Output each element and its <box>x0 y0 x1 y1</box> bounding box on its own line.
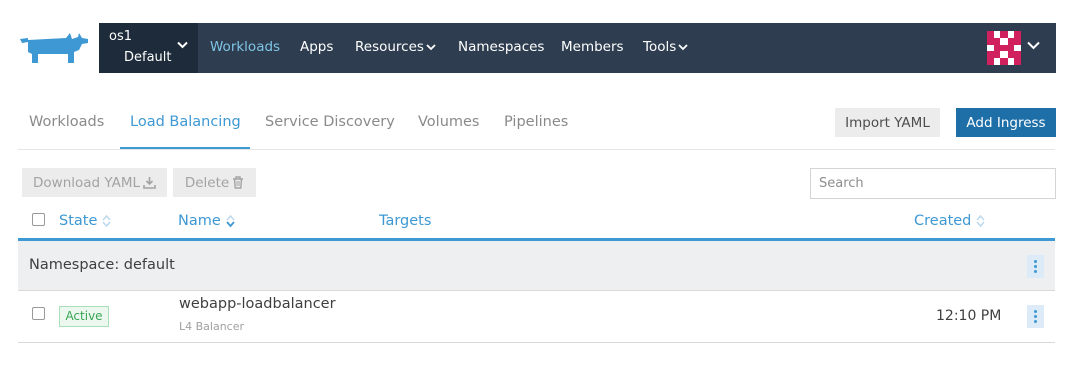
trash-icon <box>233 176 244 189</box>
sort-descending-icon <box>226 214 235 228</box>
tabs-divider <box>18 149 1055 150</box>
column-header-state[interactable]: State <box>59 213 112 229</box>
download-icon <box>143 177 156 189</box>
column-header-name[interactable]: Name <box>178 213 236 229</box>
nav-apps[interactable]: Apps <box>300 39 333 55</box>
column-header-created[interactable]: Created <box>914 213 986 229</box>
nav-workloads[interactable]: Workloads <box>210 39 280 55</box>
tab-service-discovery[interactable]: Service Discovery <box>265 114 395 130</box>
tab-load-balancing[interactable]: Load Balancing <box>130 114 241 130</box>
top-navbar: os1 Default Workloads Apps Resources Nam… <box>99 23 1056 73</box>
namespace-group-row: Namespace: default <box>18 241 1055 291</box>
download-yaml-button[interactable]: Download YAML <box>22 168 167 197</box>
tab-volumes[interactable]: Volumes <box>418 114 479 130</box>
cow-logo-icon[interactable] <box>18 30 90 66</box>
nav-resources[interactable]: Resources <box>355 39 436 55</box>
project-name: Default <box>124 50 172 65</box>
group-actions-menu-icon[interactable] <box>1027 255 1044 278</box>
column-header-targets: Targets <box>379 213 432 229</box>
row-checkbox[interactable] <box>32 307 45 320</box>
nav-namespaces[interactable]: Namespaces <box>458 39 544 55</box>
chevron-down-icon <box>426 43 436 50</box>
select-all-checkbox[interactable] <box>32 213 45 226</box>
nav-members[interactable]: Members <box>561 39 624 55</box>
import-yaml-button[interactable]: Import YAML <box>835 108 940 137</box>
row-name-link[interactable]: webapp-loadbalancer <box>179 296 336 312</box>
chevron-down-icon[interactable] <box>1027 41 1040 50</box>
download-yaml-label: Download YAML <box>33 174 140 191</box>
row-type-label: L4 Balancer <box>179 320 245 333</box>
delete-label: Delete <box>184 174 230 191</box>
sort-icon <box>976 214 985 228</box>
table-row: Active webapp-loadbalancer L4 Balancer 1… <box>18 291 1055 343</box>
chevron-down-icon <box>678 43 688 50</box>
status-badge: Active <box>59 306 109 327</box>
tab-workloads[interactable]: Workloads <box>29 114 104 130</box>
user-avatar-icon[interactable] <box>987 31 1021 65</box>
cluster-name: os1 <box>109 29 132 44</box>
row-actions-menu-icon[interactable] <box>1027 305 1044 328</box>
sort-icon <box>102 214 111 228</box>
row-created-time: 12:10 PM <box>936 308 1002 324</box>
nav-tools[interactable]: Tools <box>643 39 688 55</box>
tab-pipelines[interactable]: Pipelines <box>504 114 568 130</box>
add-ingress-button[interactable]: Add Ingress <box>956 108 1056 137</box>
delete-button[interactable]: Delete <box>173 168 256 197</box>
project-switcher[interactable]: os1 Default <box>99 23 198 73</box>
chevron-down-icon <box>177 41 188 49</box>
search-input[interactable] <box>810 168 1056 199</box>
namespace-group-label: Namespace: default <box>29 257 175 273</box>
